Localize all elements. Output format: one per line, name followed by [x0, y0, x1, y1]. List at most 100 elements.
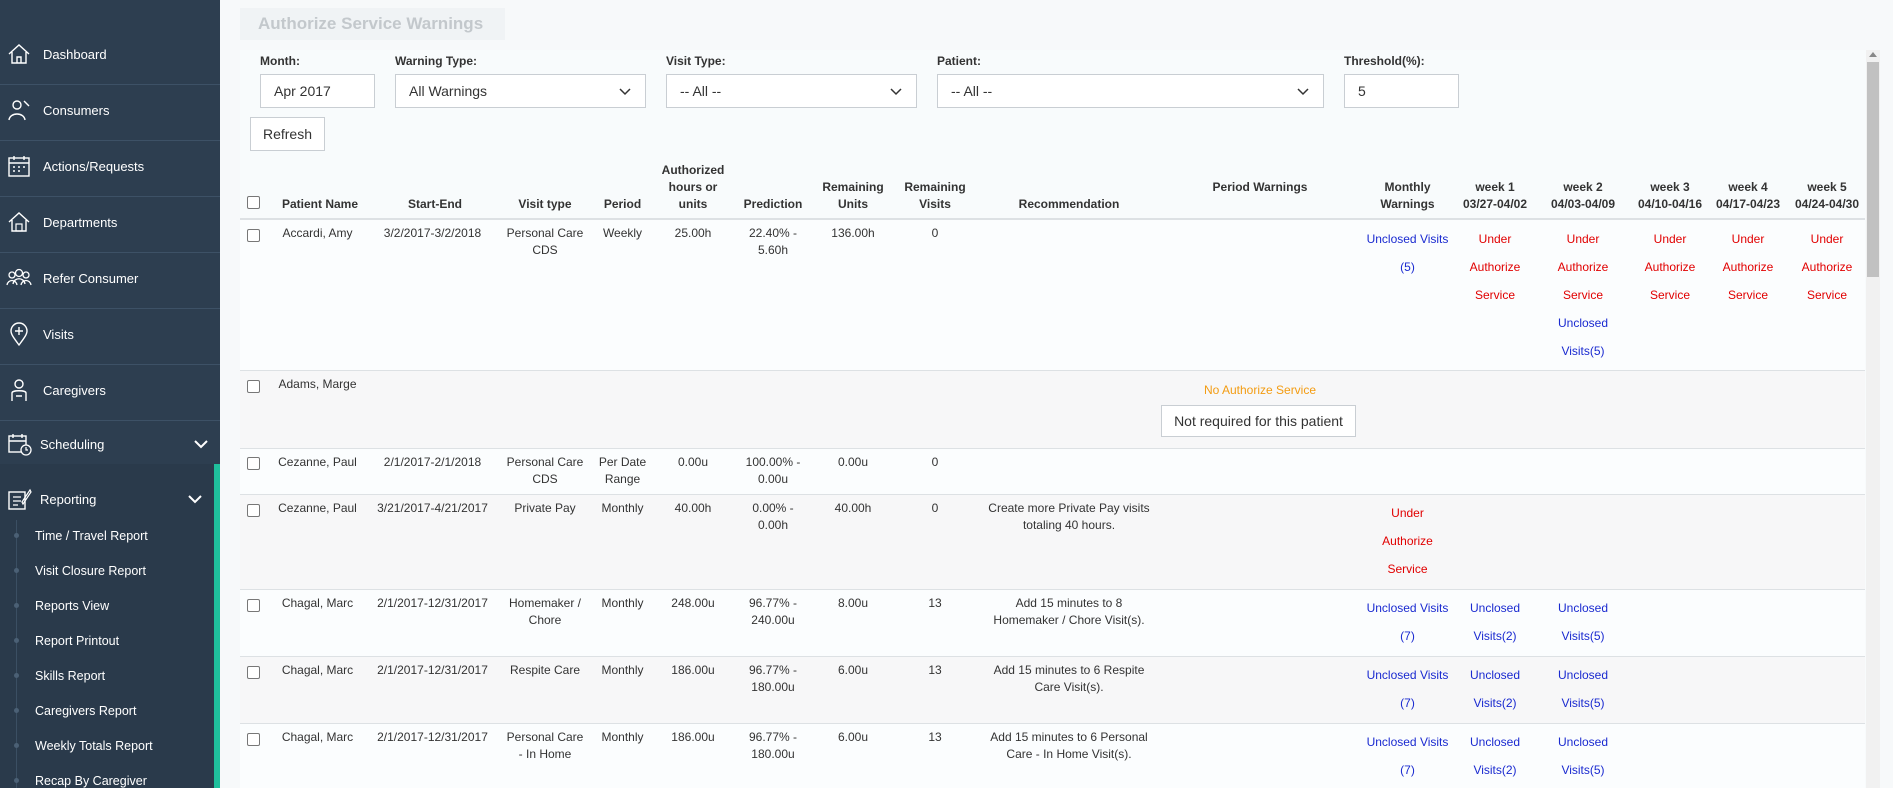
warning-line: (7) — [1400, 629, 1415, 643]
scrollbar-thumb[interactable] — [1867, 62, 1879, 277]
caregiver-icon — [11, 379, 27, 401]
row-checkbox[interactable] — [247, 504, 260, 517]
week1-unclosed-link[interactable]: Unclosed Visits(2) — [1455, 661, 1535, 717]
monthly-warning-link[interactable]: Unclosed Visits (7) — [1360, 594, 1455, 650]
start-end: 3/21/2017-4/21/2017 — [377, 501, 488, 515]
week1-unclosed-link[interactable]: Unclosed Visits(2) — [1455, 728, 1535, 784]
authorized: 0.00u — [677, 455, 709, 469]
recommendation-line: Care - In Home Visit(s). — [1006, 747, 1132, 761]
warning-line: (5) — [1400, 260, 1415, 274]
week2-unclosed-link[interactable]: Unclosed Visits(5) — [1543, 594, 1623, 650]
sidebar-subitem-recap-by-caregiver[interactable]: Recap By Caregiver — [0, 763, 214, 788]
warning-line: Visits(5) — [1561, 629, 1605, 643]
sidebar-subitem-skills-report[interactable]: Skills Report — [0, 658, 214, 693]
sidebar-subitem-report-printout[interactable]: Report Printout — [0, 623, 214, 658]
prediction-line: 0.00u — [757, 472, 789, 486]
period-line: Per Date — [598, 455, 647, 469]
patient-name: Chagal, Marc — [281, 730, 354, 744]
authorized: 40.00h — [674, 501, 712, 515]
remaining-units: 136.00h — [831, 226, 875, 240]
row-checkbox[interactable] — [247, 599, 260, 612]
week4-label: week 4 — [1728, 180, 1768, 194]
sidebar-subitem-caregivers-report[interactable]: Caregivers Report — [0, 693, 214, 728]
sidebar-subitem-weekly-totals-report[interactable]: Weekly Totals Report — [0, 728, 214, 763]
week2-unclosed-link[interactable]: Unclosed Visits(5) — [1543, 661, 1623, 717]
warning-type-select[interactable]: All Warnings — [395, 74, 646, 108]
remaining-visits: 13 — [928, 730, 942, 744]
not-required-button[interactable]: Not required for this patient — [1161, 405, 1356, 437]
week1-unclosed-link[interactable]: Unclosed Visits(2) — [1455, 594, 1535, 650]
scroll-up-arrow-icon[interactable] — [1869, 52, 1877, 57]
sidebar-item-visits[interactable]: Visits — [0, 309, 220, 359]
month-input[interactable]: Apr 2017 — [260, 74, 375, 108]
patient-name: Accardi, Amy — [282, 226, 353, 240]
refresh-button[interactable]: Refresh — [250, 117, 325, 151]
week2-unclosed-link[interactable]: Unclosed Visits(5) — [1543, 309, 1623, 365]
sidebar-item-reporting[interactable]: Reporting — [0, 474, 220, 524]
week2-warning: Under Authorize Service — [1543, 225, 1623, 309]
week5-warning: Under Authorize Service — [1787, 225, 1867, 309]
week2-unclosed-link[interactable]: Unclosed Visits(5) — [1543, 728, 1623, 784]
warning-line: Unclosed Visits — [1366, 601, 1449, 615]
remaining-visits: 0 — [931, 226, 939, 240]
recommendation-line: Create more Private Pay visits — [988, 501, 1150, 515]
month-label: Month: — [260, 54, 300, 68]
sidebar-item-consumers[interactable]: Consumers — [0, 85, 220, 135]
row-checkbox[interactable] — [247, 229, 260, 242]
sidebar-subitem-reports-view[interactable]: Reports View — [0, 588, 214, 623]
visit-type: Personal Care - In Home — [500, 729, 590, 763]
sidebar-item-label: Actions/Requests — [43, 158, 145, 174]
monthly-warning-link[interactable]: Unclosed Visits (5) — [1360, 225, 1455, 281]
no-authorize-service-text: No Authorize Service — [1203, 383, 1317, 397]
sidebar-item-departments[interactable]: Departments — [0, 197, 220, 247]
visit-type-line: Chore — [528, 613, 562, 627]
remaining-visits: 13 — [928, 596, 942, 610]
visit-type-line: Homemaker / — [508, 596, 582, 610]
period: Monthly — [601, 730, 644, 744]
visit-type-line: CDS — [532, 472, 558, 486]
patient-name: Adams, Marge — [278, 377, 357, 391]
warning-line: Unclosed Visits — [1366, 232, 1449, 246]
authorized: 248.00u — [671, 596, 715, 610]
week1-label: week 1 — [1475, 180, 1515, 194]
threshold-input[interactable]: 5 — [1344, 74, 1459, 108]
recommendation-line: Add 15 minutes to 6 Personal — [990, 730, 1148, 744]
period-line: Range — [604, 472, 641, 486]
sidebar-item-refer-consumer[interactable]: Refer Consumer — [0, 253, 220, 303]
sidebar-item-label: Departments — [43, 214, 118, 230]
sidebar-item-caregivers[interactable]: Caregivers — [0, 365, 220, 415]
monthly-warning-link[interactable]: Unclosed Visits (7) — [1360, 661, 1455, 717]
sidebar-item-scheduling[interactable]: Scheduling — [0, 419, 220, 469]
row-checkbox[interactable] — [247, 666, 260, 679]
warning-line: Under — [1478, 232, 1512, 246]
prediction-line: 180.00u — [751, 747, 795, 761]
row-checkbox[interactable] — [247, 733, 260, 746]
visit-type-line: Personal Care — [506, 455, 584, 469]
patient-select[interactable]: -- All -- — [937, 74, 1324, 108]
warning-type-value: All Warnings — [409, 83, 488, 99]
chevron-down-icon — [188, 495, 202, 504]
monthly-warning-link[interactable]: Unclosed Visits (7) — [1360, 728, 1455, 784]
col-remaining-units: Remaining Units — [822, 180, 884, 211]
sidebar-subitem-visit-closure-report[interactable]: Visit Closure Report — [0, 553, 214, 588]
sidebar-subitem-label: Skills Report — [35, 668, 106, 683]
sidebar-item-actions-requests[interactable]: Actions/Requests — [0, 141, 220, 191]
row-checkbox[interactable] — [247, 380, 260, 393]
warning-line: Under — [1810, 232, 1844, 246]
col-period: Period — [603, 197, 642, 211]
recommendation: Add 15 minutes to 6 Personal Care - In Ho… — [974, 729, 1164, 763]
sidebar-subitem-time-travel-report[interactable]: Time / Travel Report — [0, 518, 214, 553]
recommendation-line: Homemaker / Chore Visit(s). — [993, 613, 1145, 627]
warning-line: Service — [1387, 562, 1428, 576]
row-checkbox[interactable] — [247, 457, 260, 470]
prediction-line: 22.40% - — [748, 226, 798, 240]
week3-warning: Under Authorize Service — [1630, 225, 1710, 309]
visit-type-select[interactable]: -- All -- — [666, 74, 917, 108]
start-end: 3/2/2017-3/2/2018 — [383, 226, 482, 240]
sidebar-item-label: Dashboard — [43, 46, 107, 62]
select-all-checkbox[interactable] — [247, 196, 260, 209]
warning-line: Unclosed Visits — [1366, 668, 1449, 682]
visit-type: Private Pay — [514, 501, 576, 515]
warning-line: Authorize — [1469, 260, 1521, 274]
sidebar-item-dashboard[interactable]: Dashboard — [0, 29, 220, 79]
